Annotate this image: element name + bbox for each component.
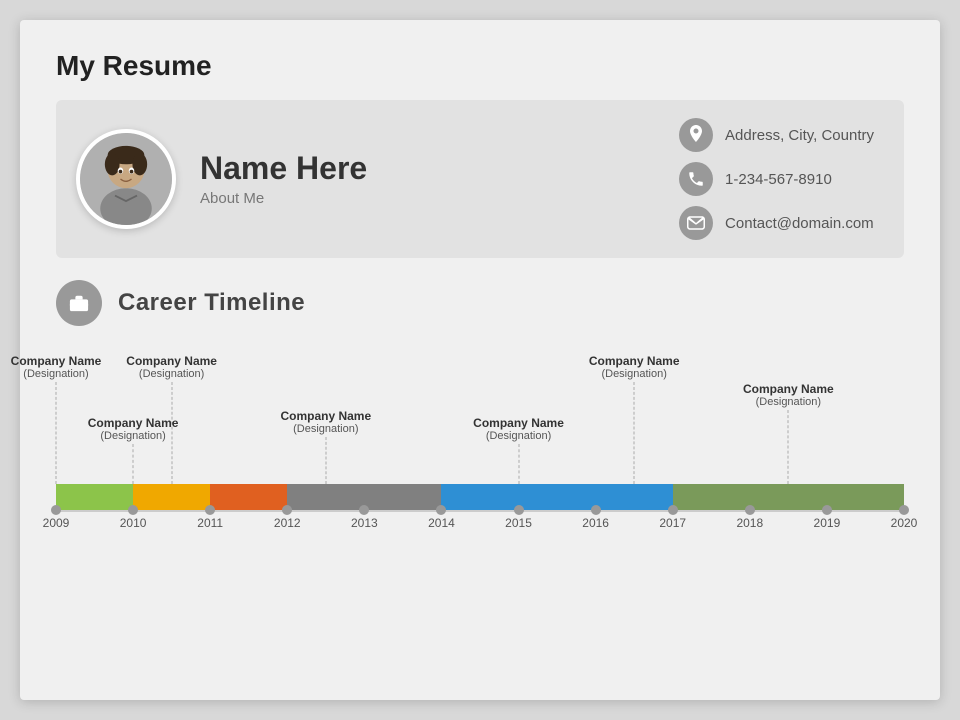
axis-dot (128, 505, 138, 515)
name-block: Name Here About Me (200, 151, 639, 207)
phone-row: 1-234-567-8910 (679, 162, 874, 196)
axis-dot (436, 505, 446, 515)
connector-line (133, 444, 134, 484)
designation: (Designation) (589, 368, 680, 380)
email-text: Contact@domain.com (725, 215, 874, 232)
year-tick: 2014 (428, 516, 455, 530)
axis-dot (899, 505, 909, 515)
company-name: Company Name (88, 416, 179, 430)
year-tick: 2013 (351, 516, 378, 530)
section-header: Career Timeline (56, 280, 904, 326)
connector-line (518, 444, 519, 484)
axis-dot (51, 505, 61, 515)
axis-dot (514, 505, 524, 515)
bar-area (56, 484, 904, 510)
timeline-bar (441, 484, 672, 510)
timeline-entry-top: Company Name(Designation) (126, 354, 217, 380)
header-card: Name Here About Me Address, City, Countr… (56, 100, 904, 258)
resume-slide: My Resume (20, 20, 940, 700)
axis-dot (668, 505, 678, 515)
timeline-entry-bottom: Company Name(Designation) (88, 416, 179, 442)
company-name: Company Name (743, 382, 834, 396)
timeline-bar (210, 484, 287, 510)
timeline-entry-bottom: Company Name(Designation) (473, 416, 564, 442)
axis-dot (282, 505, 292, 515)
designation: (Designation) (743, 396, 834, 408)
company-name: Company Name (589, 354, 680, 368)
year-tick: 2015 (505, 516, 532, 530)
company-name: Company Name (280, 409, 371, 423)
location-icon (679, 118, 713, 152)
year-tick: 2011 (197, 516, 223, 530)
phone-text: 1-234-567-8910 (725, 171, 832, 188)
company-name: Company Name (473, 416, 564, 430)
contact-block: Address, City, Country 1-234-567-8910 Co… (679, 118, 874, 240)
about-label: About Me (200, 190, 639, 207)
company-name: Company Name (126, 354, 217, 368)
timeline-bar (673, 484, 904, 510)
timeline-entry-bottom: Company Name(Designation) (280, 409, 371, 435)
connector-line (634, 382, 635, 484)
phone-icon (679, 162, 713, 196)
address-text: Address, City, Country (725, 127, 874, 144)
axis-dot (591, 505, 601, 515)
axis-dot (822, 505, 832, 515)
timeline-bar (133, 484, 210, 510)
axis-dot (359, 505, 369, 515)
designation: (Designation) (280, 423, 371, 435)
axis-dot (205, 505, 215, 515)
person-name: Name Here (200, 151, 639, 186)
connector-line (325, 437, 326, 484)
designation: (Designation) (473, 430, 564, 442)
company-name: Company Name (11, 354, 102, 368)
briefcase-icon (56, 280, 102, 326)
year-tick: 2019 (814, 516, 841, 530)
designation: (Designation) (11, 368, 102, 380)
timeline-entry-top: Company Name(Designation) (589, 354, 680, 380)
year-tick: 2010 (120, 516, 147, 530)
year-tick: 2017 (659, 516, 686, 530)
address-row: Address, City, Country (679, 118, 874, 152)
timeline-entry-top: Company Name(Designation) (743, 382, 834, 408)
connector-line (56, 382, 57, 484)
career-timeline-title: Career Timeline (118, 289, 305, 317)
page-title: My Resume (56, 50, 904, 82)
email-icon (679, 206, 713, 240)
designation: (Designation) (88, 430, 179, 442)
email-row: Contact@domain.com (679, 206, 874, 240)
year-tick: 2009 (43, 516, 70, 530)
timeline-bar (56, 484, 133, 510)
timeline-area: 2009201020112012201320142015201620172018… (56, 344, 904, 584)
year-tick: 2020 (891, 516, 918, 530)
axis-dot (745, 505, 755, 515)
timeline-entry-top: Company Name(Designation) (11, 354, 102, 380)
designation: (Designation) (126, 368, 217, 380)
year-tick: 2016 (582, 516, 609, 530)
axis-line (56, 510, 904, 512)
avatar (76, 129, 176, 229)
year-tick: 2012 (274, 516, 301, 530)
connector-line (788, 410, 789, 484)
year-tick: 2018 (736, 516, 763, 530)
